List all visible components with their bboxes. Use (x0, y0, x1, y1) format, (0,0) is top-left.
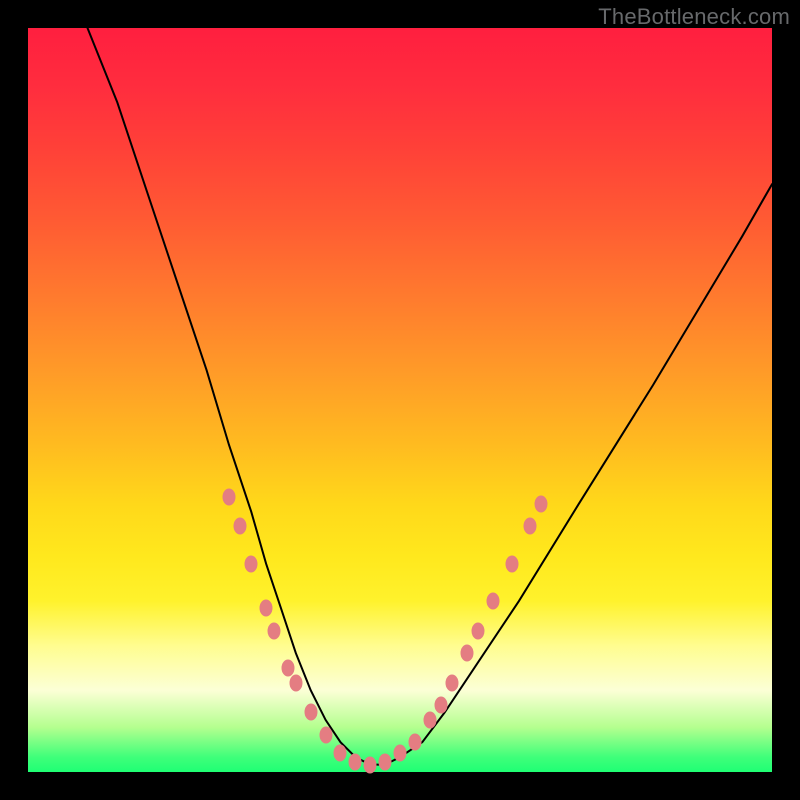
curve-marker (267, 622, 280, 639)
curve-marker (245, 555, 258, 572)
plot-area (28, 28, 772, 772)
curve-marker (446, 674, 459, 691)
curve-marker (260, 600, 273, 617)
watermark-text: TheBottleneck.com (598, 4, 790, 30)
curve-marker (535, 496, 548, 513)
curve-marker (423, 711, 436, 728)
curve-marker (379, 754, 392, 771)
curve-marker (434, 697, 447, 714)
curve-marker (394, 745, 407, 762)
curve-marker (289, 674, 302, 691)
curve-marker (364, 756, 377, 773)
curve-marker (234, 518, 247, 535)
chart-frame: TheBottleneck.com (0, 0, 800, 800)
curve-marker (524, 518, 537, 535)
curve-marker (408, 734, 421, 751)
curve-marker (487, 592, 500, 609)
bottleneck-curve (88, 28, 773, 765)
curve-marker (472, 622, 485, 639)
curve-marker (349, 754, 362, 771)
curve-marker (460, 644, 473, 661)
curve-marker (334, 745, 347, 762)
curve-marker (304, 704, 317, 721)
curve-marker (222, 488, 235, 505)
curve-marker (319, 726, 332, 743)
curve-svg (28, 28, 772, 772)
curve-marker (505, 555, 518, 572)
